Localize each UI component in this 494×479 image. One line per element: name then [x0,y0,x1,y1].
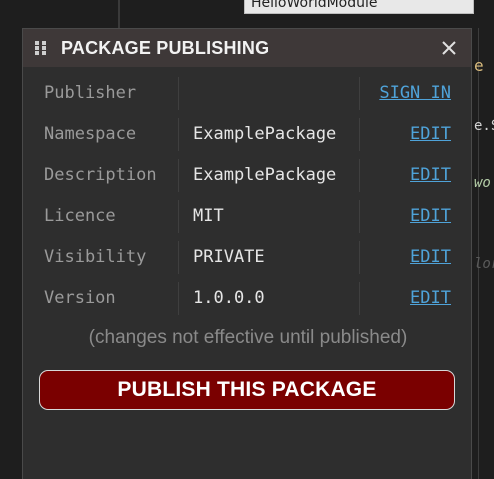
column-divider [359,241,360,274]
edit-description-link[interactable]: EDIT [410,155,451,196]
properties-list: Publisher SIGN IN Namespace ExamplePacka… [33,73,459,319]
editor-divider [118,0,120,28]
property-row-version: Version 1.0.0.0 EDIT [33,278,459,319]
edit-licence-link[interactable]: EDIT [410,196,451,237]
property-row-licence: Licence MIT EDIT [33,196,459,237]
property-label: Description [44,165,157,185]
property-row-publisher: Publisher SIGN IN [33,73,459,114]
property-label: Publisher [44,83,137,103]
column-divider [178,118,179,151]
property-value: ExamplePackage [193,165,337,185]
property-label: Visibility [44,247,147,267]
background-tab[interactable]: HelloWorldModule [244,0,474,14]
column-divider [359,77,360,110]
column-divider [178,282,179,315]
background-code-fragment: e [474,56,484,75]
column-divider [178,77,179,110]
column-divider [178,241,179,274]
background-code-fragment: e.S [474,118,494,134]
publish-package-button[interactable]: PUBLISH THIS PACKAGE [39,370,455,410]
property-value: ExamplePackage [193,124,337,144]
property-row-visibility: Visibility PRIVATE EDIT [33,237,459,278]
editor-guide-line [478,28,479,479]
panel-title: PACKAGE PUBLISHING [61,37,270,58]
property-value: MIT [193,206,224,226]
close-icon[interactable] [439,38,459,58]
property-label: Version [44,288,116,308]
property-value: PRIVATE [193,247,265,267]
column-divider [359,118,360,151]
unpublished-changes-note: (changes not effective until published) [88,327,408,348]
sign-in-link[interactable]: SIGN IN [379,73,451,114]
column-divider [178,159,179,192]
background-code-fragment: wo [474,175,491,191]
panel-header[interactable]: PACKAGE PUBLISHING [23,29,471,67]
edit-visibility-link[interactable]: EDIT [410,237,451,278]
property-label: Namespace [44,124,137,144]
property-value: 1.0.0.0 [193,288,265,308]
property-label: Licence [44,206,116,226]
column-divider [359,200,360,233]
property-row-description: Description ExamplePackage EDIT [33,155,459,196]
column-divider [359,282,360,315]
property-row-namespace: Namespace ExamplePackage EDIT [33,114,459,155]
edit-namespace-link[interactable]: EDIT [410,114,451,155]
column-divider [359,159,360,192]
background-code-fragment: lor [474,256,494,272]
package-publishing-panel: PACKAGE PUBLISHING Publisher SIGN IN Nam… [22,28,472,479]
edit-version-link[interactable]: EDIT [410,278,451,319]
drag-handle-icon[interactable] [35,41,47,55]
column-divider [178,200,179,233]
